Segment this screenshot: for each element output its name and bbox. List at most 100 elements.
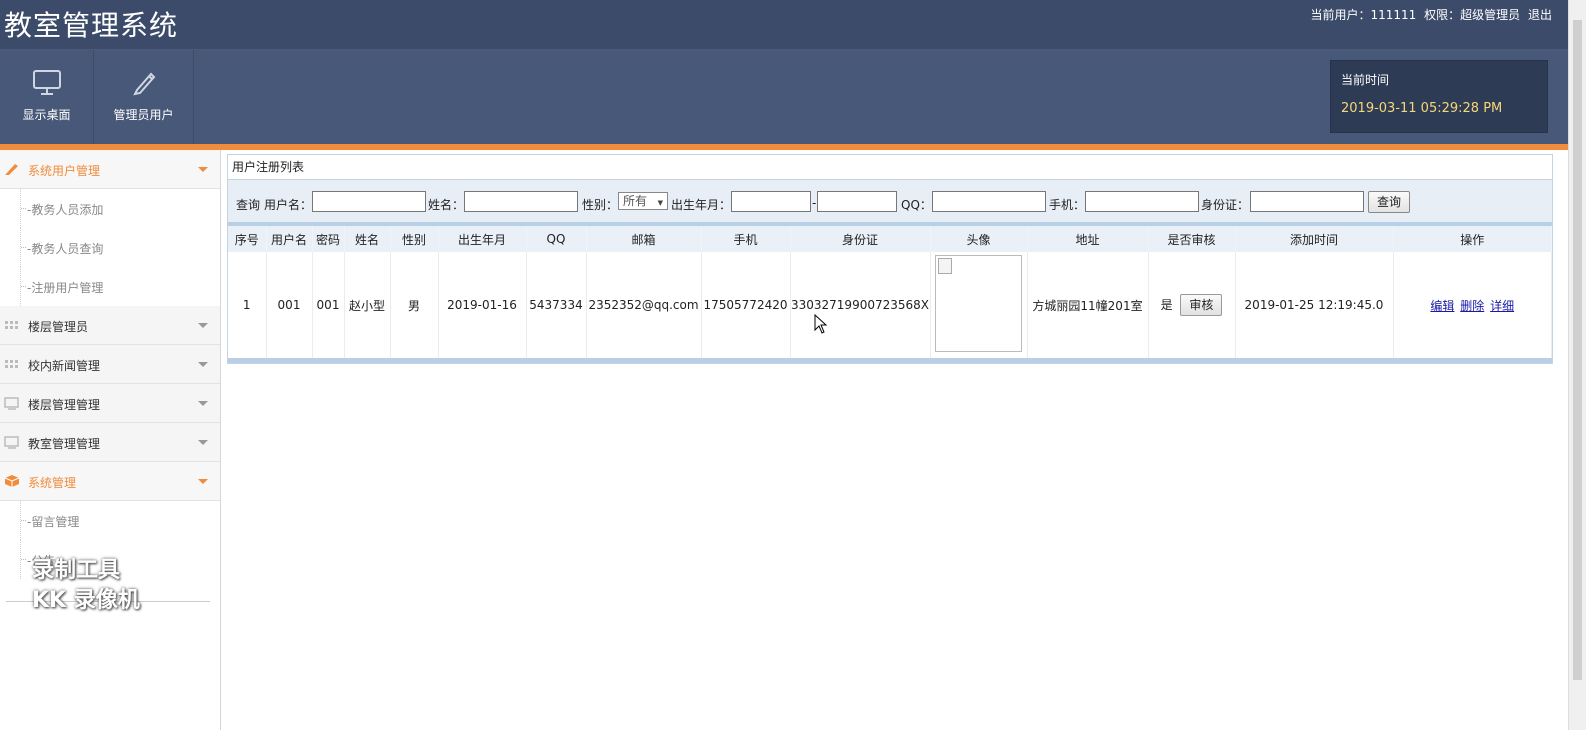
mouse-cursor-icon [814, 314, 828, 334]
pencil-icon [132, 72, 155, 96]
sidebar-item-registered-users[interactable]: -注册用户管理 [20, 267, 220, 306]
column-header: 头像 [930, 226, 1028, 252]
show-desktop-button[interactable]: 显示桌面 [0, 50, 94, 144]
cell-added-time: 2019-01-25 12:19:45.0 [1235, 252, 1394, 358]
cell-name: 赵小型 [344, 252, 391, 358]
clock-value: 2019-03-11 05:29:28 PM [1341, 101, 1503, 116]
audit-status: 是 [1160, 298, 1173, 312]
monitor-icon [32, 70, 61, 95]
idcard-label: 身份证： [1201, 198, 1250, 212]
detail-link[interactable]: 详细 [1490, 299, 1514, 313]
pencil-icon [5, 164, 18, 175]
sidebar-group-floor-admins[interactable]: 楼层管理员 [0, 306, 220, 345]
table-row: 1 001 001 赵小型 男 2019-01-16 5437334 23523… [228, 252, 1552, 358]
cell-username: 001 [266, 252, 313, 358]
app-title: 教室管理系统 [4, 9, 179, 42]
admin-user-label: 管理员用户 [113, 108, 174, 122]
birth-start-input[interactable] [731, 191, 811, 212]
app-header: 教室管理系统 当前用户：111111 权限：超级管理员 退出 显示桌面 管理员用… [0, 0, 1568, 150]
grid-icon [5, 321, 18, 329]
column-header: 是否审核 [1148, 226, 1236, 252]
query-button[interactable]: 查询 [1368, 191, 1411, 213]
audit-button[interactable]: 审核 [1180, 294, 1223, 316]
user-info: 当前用户：111111 权限：超级管理员 退出 [1307, 6, 1553, 23]
birth-label: 出生年月： [671, 198, 732, 212]
watermark-line-2: KK 录像机 [32, 588, 140, 613]
cell-email: 2352352@qq.com [586, 252, 702, 358]
chevron-down-icon [198, 440, 208, 445]
watermark-line-1: 录制工具 [32, 558, 121, 583]
sidebar-item-label: -教务人员添加 [20, 203, 104, 217]
recorder-watermark: 录制工具 KK 录像机 [32, 556, 140, 616]
sidebar-group-label: 系统用户管理 [28, 164, 101, 178]
column-header: 邮箱 [586, 226, 702, 252]
birth-range-separator: - [812, 196, 817, 210]
gender-label: 性别： [582, 198, 619, 212]
main-content: 用户注册列表 查询 用户名： 姓名： 性别： 所有 出生年月： - QQ： 手机… [227, 154, 1553, 364]
edit-link[interactable]: 编辑 [1430, 299, 1454, 313]
column-header: 操作 [1393, 226, 1552, 252]
sidebar-item-label: -教务人员查询 [20, 242, 104, 256]
vertical-scrollbar[interactable] [1568, 0, 1586, 730]
scrollbar-thumb[interactable] [1573, 20, 1582, 680]
chevron-down-icon [198, 323, 208, 328]
user-table: 序号 用户名 密码 姓名 性别 出生年月 QQ 邮箱 手机 身份证 头像 地址 … [228, 226, 1552, 358]
name-input[interactable] [464, 191, 578, 212]
admin-user-button[interactable]: 管理员用户 [94, 50, 194, 144]
cell-qq: 5437334 [526, 252, 587, 358]
sidebar-group-classrooms[interactable]: 教室管理管理 [0, 423, 220, 462]
current-user: 当前用户：111111 [1310, 8, 1417, 22]
table-bottom-bar [228, 358, 1552, 363]
username-input[interactable] [312, 191, 426, 212]
cell-operations: 编辑 删除 详细 [1393, 252, 1552, 358]
sidebar-group-label: 楼层管理员 [28, 320, 89, 334]
qq-input[interactable] [932, 191, 1046, 212]
column-header: 用户名 [266, 226, 313, 252]
qq-label: QQ： [901, 198, 932, 212]
column-header: QQ [526, 226, 587, 252]
column-header: 地址 [1027, 226, 1149, 252]
username-label: 用户名： [264, 198, 313, 212]
sidebar-group-floors[interactable]: 楼层管理管理 [0, 384, 220, 423]
cell-gender: 男 [390, 252, 439, 358]
column-header: 序号 [228, 226, 267, 252]
birth-end-input[interactable] [817, 191, 897, 212]
logout-link[interactable]: 退出 [1528, 8, 1552, 22]
cell-avatar [930, 252, 1028, 358]
delete-link[interactable]: 删除 [1460, 299, 1484, 313]
chevron-down-icon [198, 479, 208, 484]
cell-index: 1 [228, 252, 267, 358]
idcard-input[interactable] [1250, 191, 1364, 212]
phone-label: 手机： [1049, 198, 1086, 212]
header-accent-strip [0, 144, 1568, 150]
sidebar: 系统用户管理 -教务人员添加 -教务人员查询 -注册用户管理 楼层管理员 校内新… [0, 150, 221, 730]
sidebar-item-label: -注册用户管理 [20, 281, 104, 295]
clock-label: 当前时间 [1341, 73, 1390, 87]
sidebar-group-label: 校内新闻管理 [28, 359, 101, 373]
gender-select[interactable]: 所有 [618, 192, 668, 211]
sidebar-item-label: -留言管理 [20, 515, 80, 529]
clock-panel: 当前时间 2019-03-11 05:29:28 PM [1330, 60, 1548, 133]
search-bar: 查询 用户名： 姓名： 性别： 所有 出生年月： - QQ： 手机： 身份证： … [228, 180, 1552, 226]
cell-audit: 是 审核 [1148, 252, 1236, 358]
table-header-row: 序号 用户名 密码 姓名 性别 出生年月 QQ 邮箱 手机 身份证 头像 地址 … [228, 226, 1552, 252]
avatar [935, 255, 1022, 352]
sidebar-group-system-users[interactable]: 系统用户管理 [0, 150, 220, 189]
column-header: 性别 [390, 226, 439, 252]
column-header: 出生年月 [438, 226, 527, 252]
cell-phone: 17505772420 [701, 252, 791, 358]
top-bar: 教室管理系统 当前用户：111111 权限：超级管理员 退出 [0, 0, 1568, 50]
monitor-icon [4, 397, 19, 410]
sidebar-item-staff-add[interactable]: -教务人员添加 [20, 189, 220, 228]
sidebar-item-staff-query[interactable]: -教务人员查询 [20, 228, 220, 267]
cell-password: 001 [312, 252, 345, 358]
sidebar-group-system[interactable]: 系统管理 [0, 462, 220, 501]
chevron-down-icon [198, 401, 208, 406]
sidebar-group-news[interactable]: 校内新闻管理 [0, 345, 220, 384]
broken-image-icon [938, 258, 952, 274]
phone-input[interactable] [1085, 191, 1199, 212]
cell-address: 方城丽园11幢201室 [1027, 252, 1149, 358]
column-header: 姓名 [344, 226, 391, 252]
sidebar-item-messages[interactable]: -留言管理 [20, 501, 220, 540]
cell-idcard: 33032719900723568X [790, 252, 931, 358]
